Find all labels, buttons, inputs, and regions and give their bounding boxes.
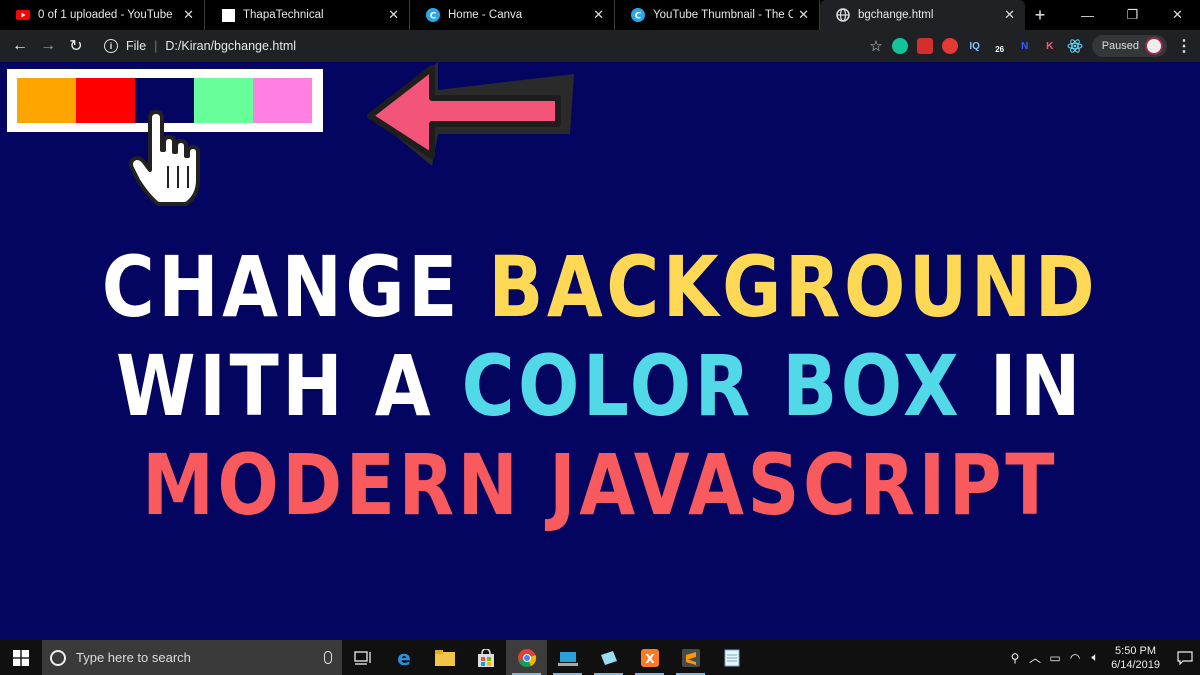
taskbar-search[interactable]: Type here to search	[42, 640, 342, 675]
chevron-up-icon[interactable]: ︿	[1025, 649, 1045, 666]
task-view-icon[interactable]	[342, 640, 383, 675]
headline-word: BACKGROUND	[488, 238, 1099, 336]
color-box-red[interactable]	[76, 78, 135, 123]
k-icon[interactable]: K	[1042, 38, 1058, 54]
adblock-icon[interactable]	[941, 38, 958, 54]
color-box-orange[interactable]	[17, 78, 76, 123]
tab-canva-home[interactable]: C Home - Canva ✕	[410, 0, 615, 30]
windows-start-icon[interactable]	[0, 640, 42, 675]
people-icon[interactable]: ⚲	[1005, 651, 1025, 665]
tab-title: YouTube Thumbnail - The Can	[653, 9, 793, 21]
color-box-pink[interactable]	[253, 78, 312, 123]
xampp-icon[interactable]: X	[629, 640, 670, 675]
youtube-icon	[16, 8, 30, 22]
profile-status: Paused	[1101, 40, 1139, 52]
star-icon[interactable]: ☆	[869, 37, 882, 55]
page-content: CHANGE BACKGROUND WITH A COLOR BOX IN MODER…	[0, 62, 1200, 640]
headline-word: MODERN	[142, 436, 522, 534]
info-icon[interactable]: i	[104, 39, 118, 53]
headline-line-2: WITH A COLOR BOX IN	[84, 337, 1116, 436]
iq-icon[interactable]: IQ	[967, 38, 983, 54]
search-placeholder: Type here to search	[76, 650, 191, 665]
file-explorer-icon[interactable]	[424, 640, 465, 675]
svg-text:C: C	[430, 12, 437, 22]
tab-thapatechnical[interactable]: ThapaTechnical ✕	[205, 0, 410, 30]
svg-text:C: C	[635, 12, 642, 22]
address-separator: |	[154, 39, 158, 53]
wifi-icon[interactable]: ◠	[1065, 651, 1085, 665]
headline-word: JAVASCRIPT	[548, 436, 1058, 534]
react-icon[interactable]	[1067, 38, 1083, 54]
tab-title: 0 of 1 uploaded - YouTube	[38, 9, 173, 21]
headline-line-1: CHANGE BACKGROUND	[84, 238, 1116, 337]
close-icon[interactable]: ✕	[388, 8, 399, 22]
address-bar[interactable]: i File | D:/Kiran/bgchange.html	[104, 33, 296, 59]
svg-text:e: e	[397, 648, 411, 668]
window-controls: — ❐ ✕	[1065, 0, 1200, 30]
taskbar: Type here to search e X ⚲ ︿ ▭ ◠ 🔈︎ 5:50 …	[0, 640, 1200, 675]
canva-icon: C	[426, 8, 440, 22]
new-tab-button[interactable]: +	[1025, 0, 1055, 30]
red-square-icon[interactable]	[916, 38, 933, 54]
minimize-icon[interactable]: —	[1065, 0, 1110, 30]
badge-26-icon[interactable]: 26	[992, 38, 1008, 54]
system-tray: ⚲ ︿ ▭ ◠ 🔈︎ 5:50 PM 6/14/2019	[1005, 640, 1200, 675]
notepad-icon[interactable]	[711, 640, 752, 675]
clock-time: 5:50 PM	[1115, 644, 1157, 657]
left-arrow-icon	[367, 62, 574, 166]
headline-word: WITH A	[116, 337, 435, 435]
volume-icon[interactable]: 🔈︎	[1085, 650, 1105, 665]
close-icon[interactable]: ✕	[1004, 8, 1015, 22]
address-scheme: File	[126, 39, 147, 53]
headline-word: CHANGE	[101, 238, 461, 336]
tab-youtube[interactable]: 0 of 1 uploaded - YouTube ✕	[0, 0, 205, 30]
extensions-area: ☆ IQ 26 N K Paused ⋮	[869, 32, 1192, 60]
microphone-icon[interactable]	[324, 651, 332, 664]
n-icon[interactable]: N	[1017, 38, 1033, 54]
close-icon[interactable]: ✕	[183, 8, 194, 22]
reload-icon[interactable]: ↻	[62, 32, 90, 60]
tab-strip: 0 of 1 uploaded - YouTube ✕ ThapaTechnic…	[0, 0, 1200, 30]
address-path: D:/Kiran/bgchange.html	[165, 39, 297, 53]
headline-line-3: MODERN JAVASCRIPT	[84, 436, 1116, 535]
canva-icon: C	[631, 8, 645, 22]
svg-text:X: X	[645, 652, 655, 666]
close-icon[interactable]: ✕	[798, 8, 809, 22]
app-icon-2[interactable]	[588, 640, 629, 675]
back-arrow-icon[interactable]: ←	[6, 32, 34, 60]
store-icon[interactable]	[465, 640, 506, 675]
app-icon[interactable]	[547, 640, 588, 675]
tab-title: ThapaTechnical	[243, 9, 324, 21]
profile-button[interactable]: Paused	[1091, 35, 1167, 57]
close-window-icon[interactable]: ✕	[1155, 0, 1200, 30]
tab-title: bgchange.html	[858, 9, 934, 21]
close-icon[interactable]: ✕	[593, 8, 604, 22]
battery-icon[interactable]: ▭	[1045, 651, 1065, 665]
blank-page-icon	[221, 8, 235, 22]
tab-bgchange[interactable]: bgchange.html ✕	[820, 0, 1025, 30]
tab-title: Home - Canva	[448, 9, 523, 21]
hand-pointer-icon	[128, 110, 200, 206]
globe-icon	[836, 8, 850, 22]
headline-word: COLOR BOX	[461, 337, 963, 435]
menu-icon[interactable]: ⋮	[1176, 36, 1192, 56]
clock[interactable]: 5:50 PM 6/14/2019	[1111, 644, 1160, 672]
avatar	[1145, 37, 1163, 55]
notification-icon[interactable]	[1170, 650, 1200, 665]
clock-date: 6/14/2019	[1111, 658, 1160, 671]
chrome-icon[interactable]	[506, 640, 547, 675]
sublime-icon[interactable]	[670, 640, 711, 675]
cortana-icon	[50, 649, 66, 666]
tab-canva-thumbnail[interactable]: C YouTube Thumbnail - The Can ✕	[615, 0, 820, 30]
headline: CHANGE BACKGROUND WITH A COLOR BOX IN MODER…	[84, 238, 1116, 535]
restore-icon[interactable]: ❐	[1110, 0, 1155, 30]
grammarly-icon[interactable]	[891, 38, 908, 54]
headline-word: IN	[989, 337, 1084, 435]
browser-toolbar: ← → ↻ i File | D:/Kiran/bgchange.html ☆ …	[0, 30, 1200, 62]
forward-arrow-icon[interactable]: →	[34, 32, 62, 60]
edge-icon[interactable]: e	[383, 640, 424, 675]
